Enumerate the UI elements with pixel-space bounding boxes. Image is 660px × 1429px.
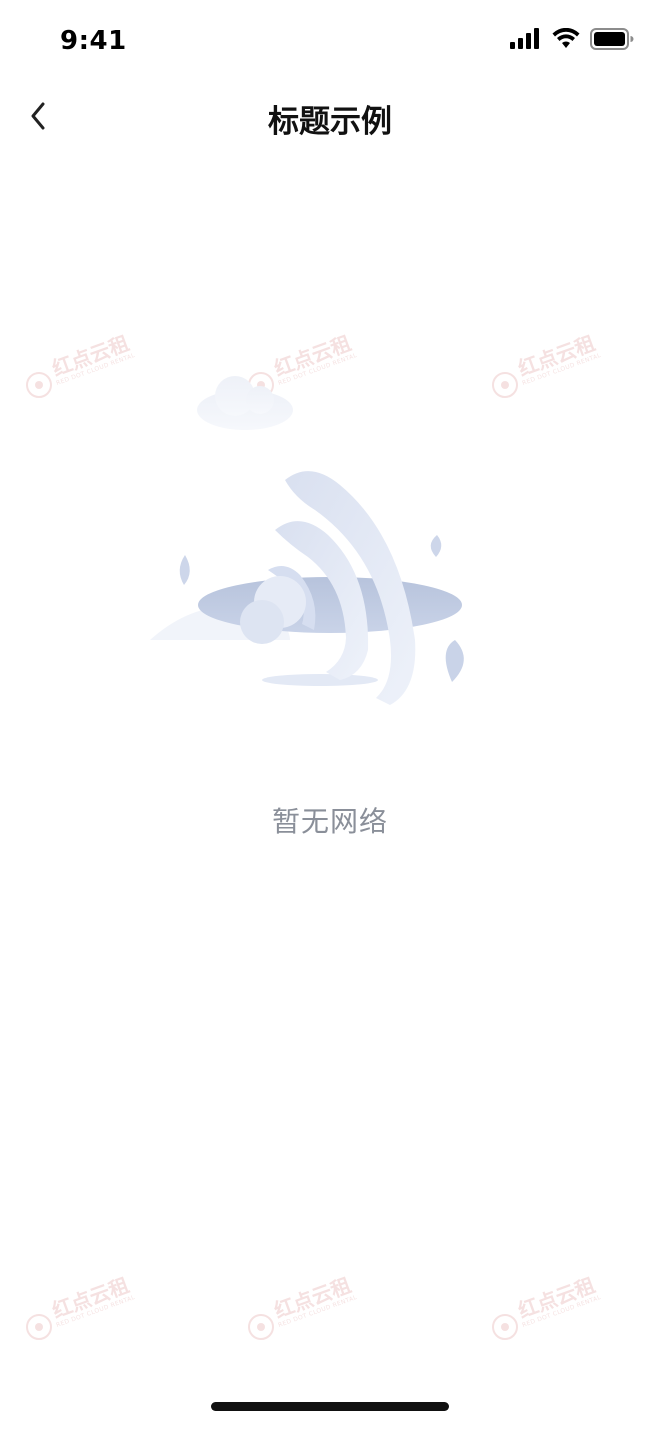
home-indicator[interactable] xyxy=(211,1402,449,1411)
watermark-brand: 红点云租 xyxy=(514,1272,599,1323)
drop-icon xyxy=(430,535,442,557)
watermark-logo-icon xyxy=(248,1314,274,1340)
watermark-tagline: RED DOT CLOUD RENTAL xyxy=(55,351,137,388)
drop-icon xyxy=(179,555,190,585)
battery-icon xyxy=(590,28,634,50)
status-time: 9:41 xyxy=(60,26,127,56)
signal-icon xyxy=(510,28,539,49)
watermark-tagline: RED DOT CLOUD RENTAL xyxy=(521,1293,603,1330)
watermark-brand: 红点云租 xyxy=(48,330,133,381)
no-network-illustration xyxy=(150,376,464,705)
watermark-brand: 红点云租 xyxy=(514,330,599,381)
watermark-tagline: RED DOT CLOUD RENTAL xyxy=(277,1293,359,1330)
watermark-logo-icon xyxy=(26,372,52,398)
status-bar: 9:41 xyxy=(0,0,660,86)
watermark: 红点云租 RED DOT CLOUD RENTAL xyxy=(22,1272,136,1342)
watermark: 红点云租 RED DOT CLOUD RENTAL xyxy=(488,1272,602,1342)
empty-state-message: 暂无网络 xyxy=(271,805,388,838)
drop-icon xyxy=(445,640,464,682)
watermark-brand: 红点云租 xyxy=(48,1272,133,1323)
watermark-logo-icon xyxy=(492,1314,518,1340)
cloud-icon xyxy=(197,376,293,430)
page-title: 标题示例 xyxy=(268,104,392,140)
watermark: 红点云租 RED DOT CLOUD RENTAL xyxy=(22,330,136,400)
watermark: 红点云租 RED DOT CLOUD RENTAL xyxy=(488,330,602,400)
watermark-tagline: RED DOT CLOUD RENTAL xyxy=(521,351,603,388)
wifi-icon xyxy=(552,28,580,48)
watermark-tagline: RED DOT CLOUD RENTAL xyxy=(55,1293,137,1330)
watermark-brand: 红点云租 xyxy=(270,1272,355,1323)
nav-bar: 标题示例 xyxy=(0,86,660,148)
watermark: 红点云租 RED DOT CLOUD RENTAL xyxy=(244,1272,358,1342)
watermark-logo-icon xyxy=(26,1314,52,1340)
status-icons xyxy=(510,28,634,50)
